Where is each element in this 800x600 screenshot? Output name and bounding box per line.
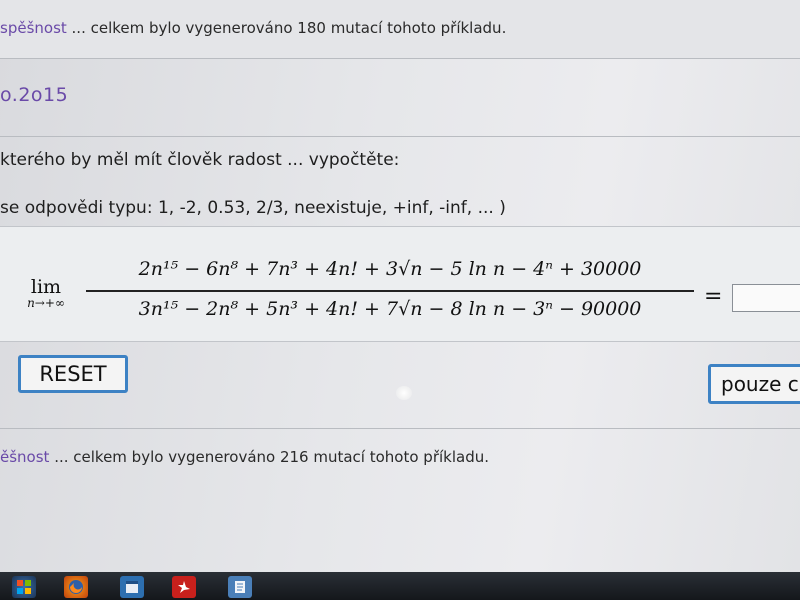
stats-word[interactable]: ěšnost <box>0 448 49 466</box>
reset-button[interactable]: RESET <box>18 355 128 393</box>
equation-panel <box>0 226 800 342</box>
app-window-icon[interactable] <box>120 576 144 598</box>
top-stats-bar: spěšnost ... celkem bylo vygenerováno 18… <box>0 0 800 59</box>
fraction-denominator: 3n¹⁵ − 2n⁸ + 5n³ + 4n! + 7√n − 8 ln n − … <box>138 298 642 320</box>
stats-text: ... celkem bylo vygenerováno 216 mutací … <box>49 448 490 466</box>
answer-format-hint: se odpovědi typu: 1, -2, 0.53, 2/3, neex… <box>0 198 506 218</box>
equals-sign: = <box>704 284 723 309</box>
screen-glare <box>396 386 412 400</box>
problem-prompt: kterého by měl mít člověk radost ... vyp… <box>0 150 400 170</box>
limit-operator: lim n→+∞ <box>16 276 76 310</box>
problem-title: o.2o15 <box>0 84 69 106</box>
limit-subscript: n→+∞ <box>27 296 65 310</box>
pdf-reader-icon[interactable] <box>172 576 196 598</box>
stats-word[interactable]: spěšnost <box>0 19 67 37</box>
page: spěšnost ... celkem bylo vygenerováno 18… <box>0 0 800 572</box>
answer-input[interactable] <box>732 284 800 312</box>
stats-line-bottom: ěšnost ... celkem bylo vygenerováno 216 … <box>0 448 489 466</box>
firefox-icon[interactable] <box>64 576 88 598</box>
divider <box>0 428 800 429</box>
stats-text: ... celkem bylo vygenerováno 180 mutací … <box>66 19 507 37</box>
fraction-numerator: 2n¹⁵ − 6n⁸ + 7n³ + 4n! + 3√n − 5 ln n − … <box>138 258 642 280</box>
only-button[interactable]: pouze c <box>708 364 800 404</box>
limit-word: lim <box>30 276 62 298</box>
windows-start-icon[interactable] <box>12 576 36 598</box>
divider <box>0 136 800 137</box>
fraction-bar <box>86 290 694 292</box>
document-window-icon[interactable] <box>228 576 252 598</box>
stats-line-top: spěšnost ... celkem bylo vygenerováno 18… <box>0 19 506 37</box>
